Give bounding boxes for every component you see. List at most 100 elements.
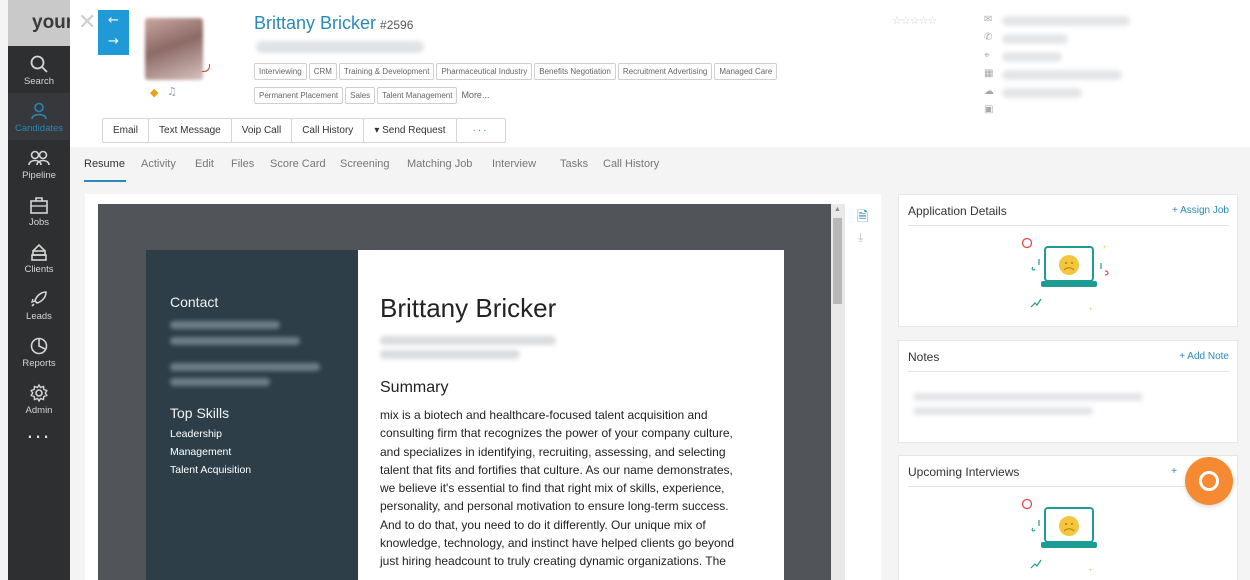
active-tab-indicator: [84, 180, 126, 182]
person-icon: [8, 101, 70, 123]
chat-launcher-button[interactable]: [1185, 457, 1233, 505]
tags-more-link[interactable]: More...: [459, 87, 491, 103]
nav-item-search[interactable]: Search: [8, 46, 70, 93]
send-request-button[interactable]: ▾ Send Request: [363, 118, 457, 143]
tab-tasks[interactable]: Tasks: [560, 158, 588, 170]
tab-interview[interactable]: Interview: [492, 158, 536, 170]
location-icon: ⌖: [984, 50, 990, 61]
nav-item-reports[interactable]: Reports: [8, 328, 70, 375]
people-icon: [8, 148, 70, 170]
tab-matching-job[interactable]: Matching Job: [407, 158, 472, 170]
redacted-line: [170, 378, 270, 386]
scroll-up-icon[interactable]: ▲: [834, 206, 841, 213]
text-message-button[interactable]: Text Message: [148, 118, 232, 143]
summary-line: consulting firm that recognizes the powe…: [380, 426, 733, 441]
scroll-thumb[interactable]: [833, 218, 842, 304]
skill-tag[interactable]: Sales: [345, 87, 376, 104]
redacted-line: [170, 363, 320, 371]
mail-icon: ✉: [984, 14, 993, 25]
email-button[interactable]: Email: [102, 118, 150, 143]
summary-line: And to do that, you need to do it differ…: [380, 517, 706, 532]
skill-tag[interactable]: Talent Management: [377, 87, 458, 104]
nav-label: Search: [23, 76, 55, 87]
resume-name: Brittany Bricker: [380, 293, 557, 323]
add-interview-link[interactable]: +: [1171, 466, 1177, 477]
redacted-note: [913, 393, 1143, 401]
cloud-icon: ☁: [984, 86, 994, 97]
building-icon: [8, 242, 70, 264]
add-note-link[interactable]: + Add Note: [1179, 351, 1229, 362]
skill-item: Management: [170, 446, 232, 458]
tab-edit[interactable]: Edit: [195, 158, 214, 170]
skill-tag[interactable]: Pharmaceutical Industry: [436, 63, 533, 80]
call-history-button[interactable]: Call History: [291, 118, 365, 143]
summary-line: we believe it's essential to find that r…: [380, 481, 725, 496]
nav-item-leads[interactable]: Leads: [8, 281, 70, 328]
viewer-scrollbar[interactable]: ▲: [831, 204, 845, 580]
tab-activity[interactable]: Activity: [141, 158, 176, 170]
tab-screening[interactable]: Screening: [340, 158, 390, 170]
avatar: [145, 18, 203, 80]
empty-state-illustration: +: [1021, 498, 1097, 574]
summary-line: just hiring headcount to truly creating …: [380, 554, 726, 569]
skill-tag[interactable]: Recruitment Advertising: [617, 63, 713, 80]
skill-tag[interactable]: Permanent Placement: [254, 87, 344, 104]
nav-label: Candidates: [14, 123, 64, 134]
nav-item-pipeline[interactable]: Pipeline: [8, 140, 70, 187]
tab-score-card[interactable]: Score Card: [270, 158, 326, 170]
nav-item-candidates[interactable]: Candidates: [8, 93, 70, 140]
candidate-id: #2596: [380, 18, 414, 32]
tab-call-history[interactable]: Call History: [603, 158, 659, 170]
bell-icon[interactable]: ♫: [167, 85, 177, 98]
tab-files[interactable]: Files: [231, 158, 254, 170]
document-icon[interactable]: 🗎: [857, 206, 868, 230]
nav-more-button[interactable]: ...: [8, 420, 70, 442]
nav-item-clients[interactable]: Clients: [8, 234, 70, 281]
nav-label: Admin: [25, 405, 53, 416]
search-icon: [8, 54, 70, 76]
skill-item: Talent Acquisition: [170, 464, 252, 476]
skill-tag[interactable]: Benefits Negotiation: [534, 63, 616, 80]
gear-icon: [8, 383, 70, 405]
nav-item-jobs[interactable]: Jobs: [8, 187, 70, 234]
resume-panel: Contact Top Skills Leadership Management…: [85, 194, 881, 580]
chat-icon: [1199, 471, 1219, 491]
assign-job-link[interactable]: + Assign Job: [1172, 205, 1229, 216]
summary-heading: Summary: [380, 379, 449, 396]
skill-tag[interactable]: Managed Care: [714, 63, 778, 80]
tab-resume[interactable]: Resume: [84, 158, 125, 170]
profile-tabs: Resume Activity Edit Files Score Card Sc…: [70, 147, 1250, 182]
skill-tag[interactable]: Training & Development: [338, 63, 435, 80]
resume-viewer[interactable]: Contact Top Skills Leadership Management…: [98, 204, 831, 580]
next-arrow-icon[interactable]: →: [98, 31, 129, 52]
more-actions-button[interactable]: ···: [455, 118, 506, 143]
svg-text:+: +: [1089, 307, 1093, 313]
svg-text:+: +: [1089, 568, 1093, 574]
resume-page: Contact Top Skills Leadership Management…: [146, 250, 784, 580]
rating-stars[interactable]: ☆☆☆☆☆: [892, 14, 937, 27]
skill-tag[interactable]: Interviewing: [254, 63, 307, 80]
nav-label: Reports: [22, 358, 56, 369]
nav-label: Pipeline: [22, 170, 56, 181]
summary-text: mix is a biotech and healthcare-focused …: [380, 406, 762, 571]
logo[interactable]: your: [8, 0, 70, 46]
candidate-name: Brittany Bricker #2596: [254, 13, 413, 34]
top-skills-heading: Top Skills: [170, 405, 230, 421]
card-divider: [908, 371, 1229, 372]
skill-tag[interactable]: CRM: [308, 63, 337, 80]
caret-down-icon: ▾: [374, 125, 383, 136]
notes-card: Notes + Add Note: [898, 340, 1238, 443]
prev-arrow-icon[interactable]: ←: [98, 10, 129, 31]
summary-line: mix is a biotech and healthcare-focused …: [380, 408, 708, 422]
candidate-name-text: Brittany Bricker: [254, 13, 377, 33]
voip-call-button[interactable]: Voip Call: [230, 118, 293, 143]
redacted-note: [913, 407, 1093, 415]
close-icon[interactable]: ✕: [78, 10, 96, 35]
contact-icons: ✉ ✆ ⌖ ▦ ☁ ▣: [984, 14, 998, 122]
nav-label: Clients: [24, 264, 54, 275]
phone-icon: ✆: [984, 32, 993, 43]
summary-line: and specializes in identifying, recruiti…: [380, 444, 726, 459]
nav-item-admin[interactable]: Admin: [8, 375, 70, 422]
download-icon[interactable]: ⤓: [858, 230, 863, 245]
tag-icon[interactable]: ◆: [150, 86, 158, 99]
